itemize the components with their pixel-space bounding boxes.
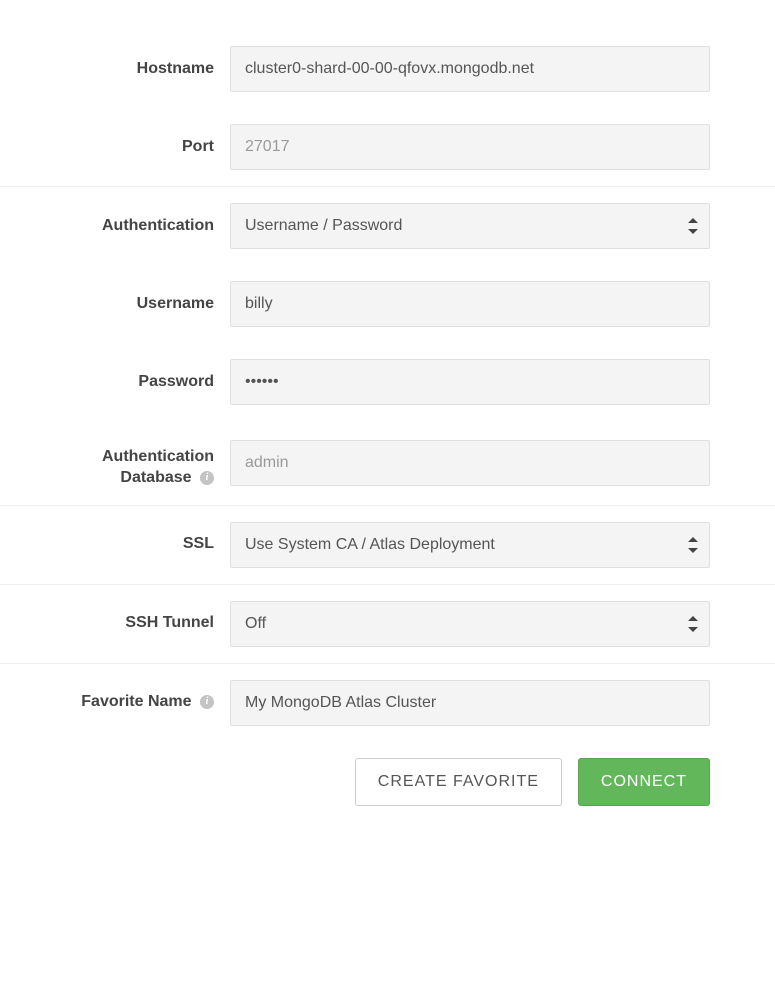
ssl-row: SSL Use System CA / Atlas Deployment bbox=[0, 506, 775, 584]
ssh-section: SSH Tunnel Off bbox=[0, 585, 775, 664]
username-row: Username bbox=[0, 265, 775, 343]
username-input[interactable] bbox=[230, 281, 710, 327]
info-icon[interactable]: i bbox=[200, 695, 214, 709]
authdb-row: Authentication Database i bbox=[0, 421, 775, 505]
authdb-label: Authentication Database i bbox=[0, 437, 230, 489]
password-label: Password bbox=[0, 372, 230, 393]
authdb-label-line1: Authentication bbox=[102, 448, 214, 465]
port-input[interactable] bbox=[230, 124, 710, 170]
auth-select[interactable]: Username / Password bbox=[230, 203, 710, 249]
port-label: Port bbox=[0, 137, 230, 158]
favorite-name-row: Favorite Name i bbox=[0, 664, 775, 742]
ssl-section: SSL Use System CA / Atlas Deployment bbox=[0, 506, 775, 585]
favorite-name-input[interactable] bbox=[230, 680, 710, 726]
favorite-name-label-text: Favorite Name bbox=[81, 693, 191, 710]
password-input[interactable] bbox=[230, 359, 710, 405]
connect-button[interactable]: CONNECT bbox=[578, 758, 710, 806]
ssh-select-value: Off bbox=[230, 601, 710, 647]
password-row: Password bbox=[0, 343, 775, 421]
authdb-input[interactable] bbox=[230, 440, 710, 486]
ssl-label: SSL bbox=[0, 534, 230, 555]
button-row: CREATE FAVORITE CONNECT bbox=[0, 742, 775, 836]
auth-select-value: Username / Password bbox=[230, 203, 710, 249]
info-icon[interactable]: i bbox=[200, 471, 214, 485]
authdb-label-line2: Database bbox=[120, 469, 191, 486]
host-section: Hostname Port bbox=[0, 0, 775, 187]
favorite-section: Favorite Name i CREATE FAVORITE CONNECT bbox=[0, 664, 775, 836]
ssh-row: SSH Tunnel Off bbox=[0, 585, 775, 663]
hostname-input[interactable] bbox=[230, 46, 710, 92]
hostname-label: Hostname bbox=[0, 59, 230, 80]
ssh-label: SSH Tunnel bbox=[0, 613, 230, 634]
auth-row: Authentication Username / Password bbox=[0, 187, 775, 265]
hostname-row: Hostname bbox=[0, 30, 775, 108]
ssl-select[interactable]: Use System CA / Atlas Deployment bbox=[230, 522, 710, 568]
ssl-select-value: Use System CA / Atlas Deployment bbox=[230, 522, 710, 568]
auth-label: Authentication bbox=[0, 216, 230, 237]
auth-section: Authentication Username / Password Usern… bbox=[0, 187, 775, 506]
ssh-select[interactable]: Off bbox=[230, 601, 710, 647]
create-favorite-button[interactable]: CREATE FAVORITE bbox=[355, 758, 562, 806]
username-label: Username bbox=[0, 294, 230, 315]
port-row: Port bbox=[0, 108, 775, 186]
favorite-name-label: Favorite Name i bbox=[0, 692, 230, 713]
